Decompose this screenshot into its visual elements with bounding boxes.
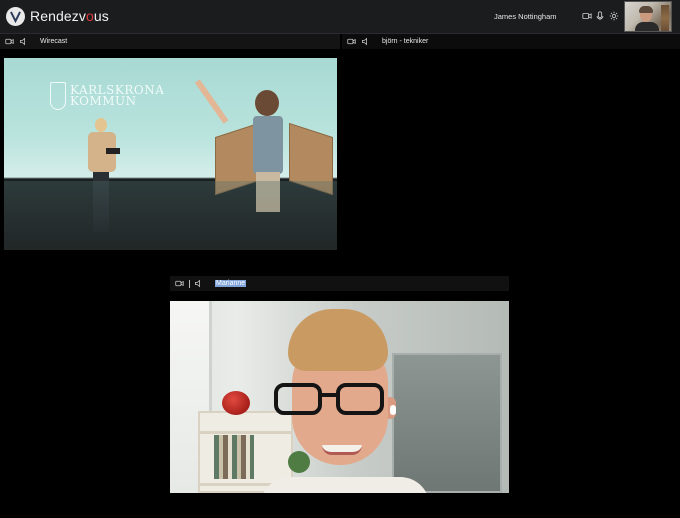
participant-name: björn - tekniker (382, 38, 429, 45)
camera-icon[interactable] (346, 36, 357, 47)
brand-text-prefix: Rendezv (30, 8, 86, 24)
speaker-icon[interactable] (18, 36, 29, 47)
self-view-person-body (635, 22, 659, 31)
self-view-video[interactable] (624, 1, 672, 32)
speaker-icon[interactable] (193, 278, 204, 289)
floor-reflection (4, 181, 337, 250)
camera-icon[interactable] (581, 10, 593, 22)
self-view-background (661, 5, 669, 31)
camera-icon[interactable] (4, 36, 15, 47)
logo-line-2: KOMMUN (70, 94, 137, 108)
participant-tile-header: Wirecast (0, 34, 340, 49)
child-head (255, 90, 279, 116)
header-divider (189, 279, 190, 288)
participant-tile-bjorn[interactable]: björn - tekniker (342, 34, 680, 274)
woman-hair (288, 309, 388, 371)
red-apple-decoration (222, 391, 250, 415)
books (214, 435, 254, 479)
marianne-video-feed (170, 301, 509, 493)
participant-name: Wirecast (40, 38, 68, 45)
earbud (390, 405, 396, 415)
settings-icon[interactable] (608, 10, 620, 22)
top-bar: Rendezvous James Nottingham (0, 0, 680, 34)
logo-v-icon (10, 11, 21, 23)
logo-text: KARLSKRONA KOMMUN (70, 84, 164, 108)
glasses-lens-right (336, 383, 384, 415)
presenter-tablet (106, 148, 120, 154)
brand-text-suffix: us (93, 8, 109, 24)
presenter-head (95, 118, 107, 132)
woman-shirt (260, 477, 430, 493)
glasses-lens-left (274, 383, 322, 415)
rendezvous-logo (6, 7, 25, 26)
current-user-name: James Nottingham (494, 12, 557, 21)
participant-woman (260, 309, 430, 493)
self-view-person-hair (639, 6, 653, 13)
brand-text-accent: o (85, 8, 94, 24)
wirecast-video-feed: KARLSKRONA KOMMUN (4, 58, 337, 250)
child-body (253, 116, 283, 174)
child-raised-arm (194, 79, 229, 124)
participant-tile-header: Marianne (170, 276, 509, 291)
participant-name: Marianne (215, 280, 247, 287)
participant-tile-marianne[interactable]: Marianne (170, 276, 509, 300)
participant-tile-header: björn - tekniker (342, 34, 680, 49)
coat-of-arms-icon (50, 82, 66, 110)
speaker-icon[interactable] (360, 36, 371, 47)
microphone-icon[interactable] (594, 10, 606, 22)
camera-icon[interactable] (174, 278, 185, 289)
woman-smile (322, 445, 362, 455)
karlskrona-kommun-logo: KARLSKRONA KOMMUN (50, 82, 164, 110)
app-brand-name: Rendezvous (30, 8, 109, 24)
glasses (272, 383, 390, 419)
